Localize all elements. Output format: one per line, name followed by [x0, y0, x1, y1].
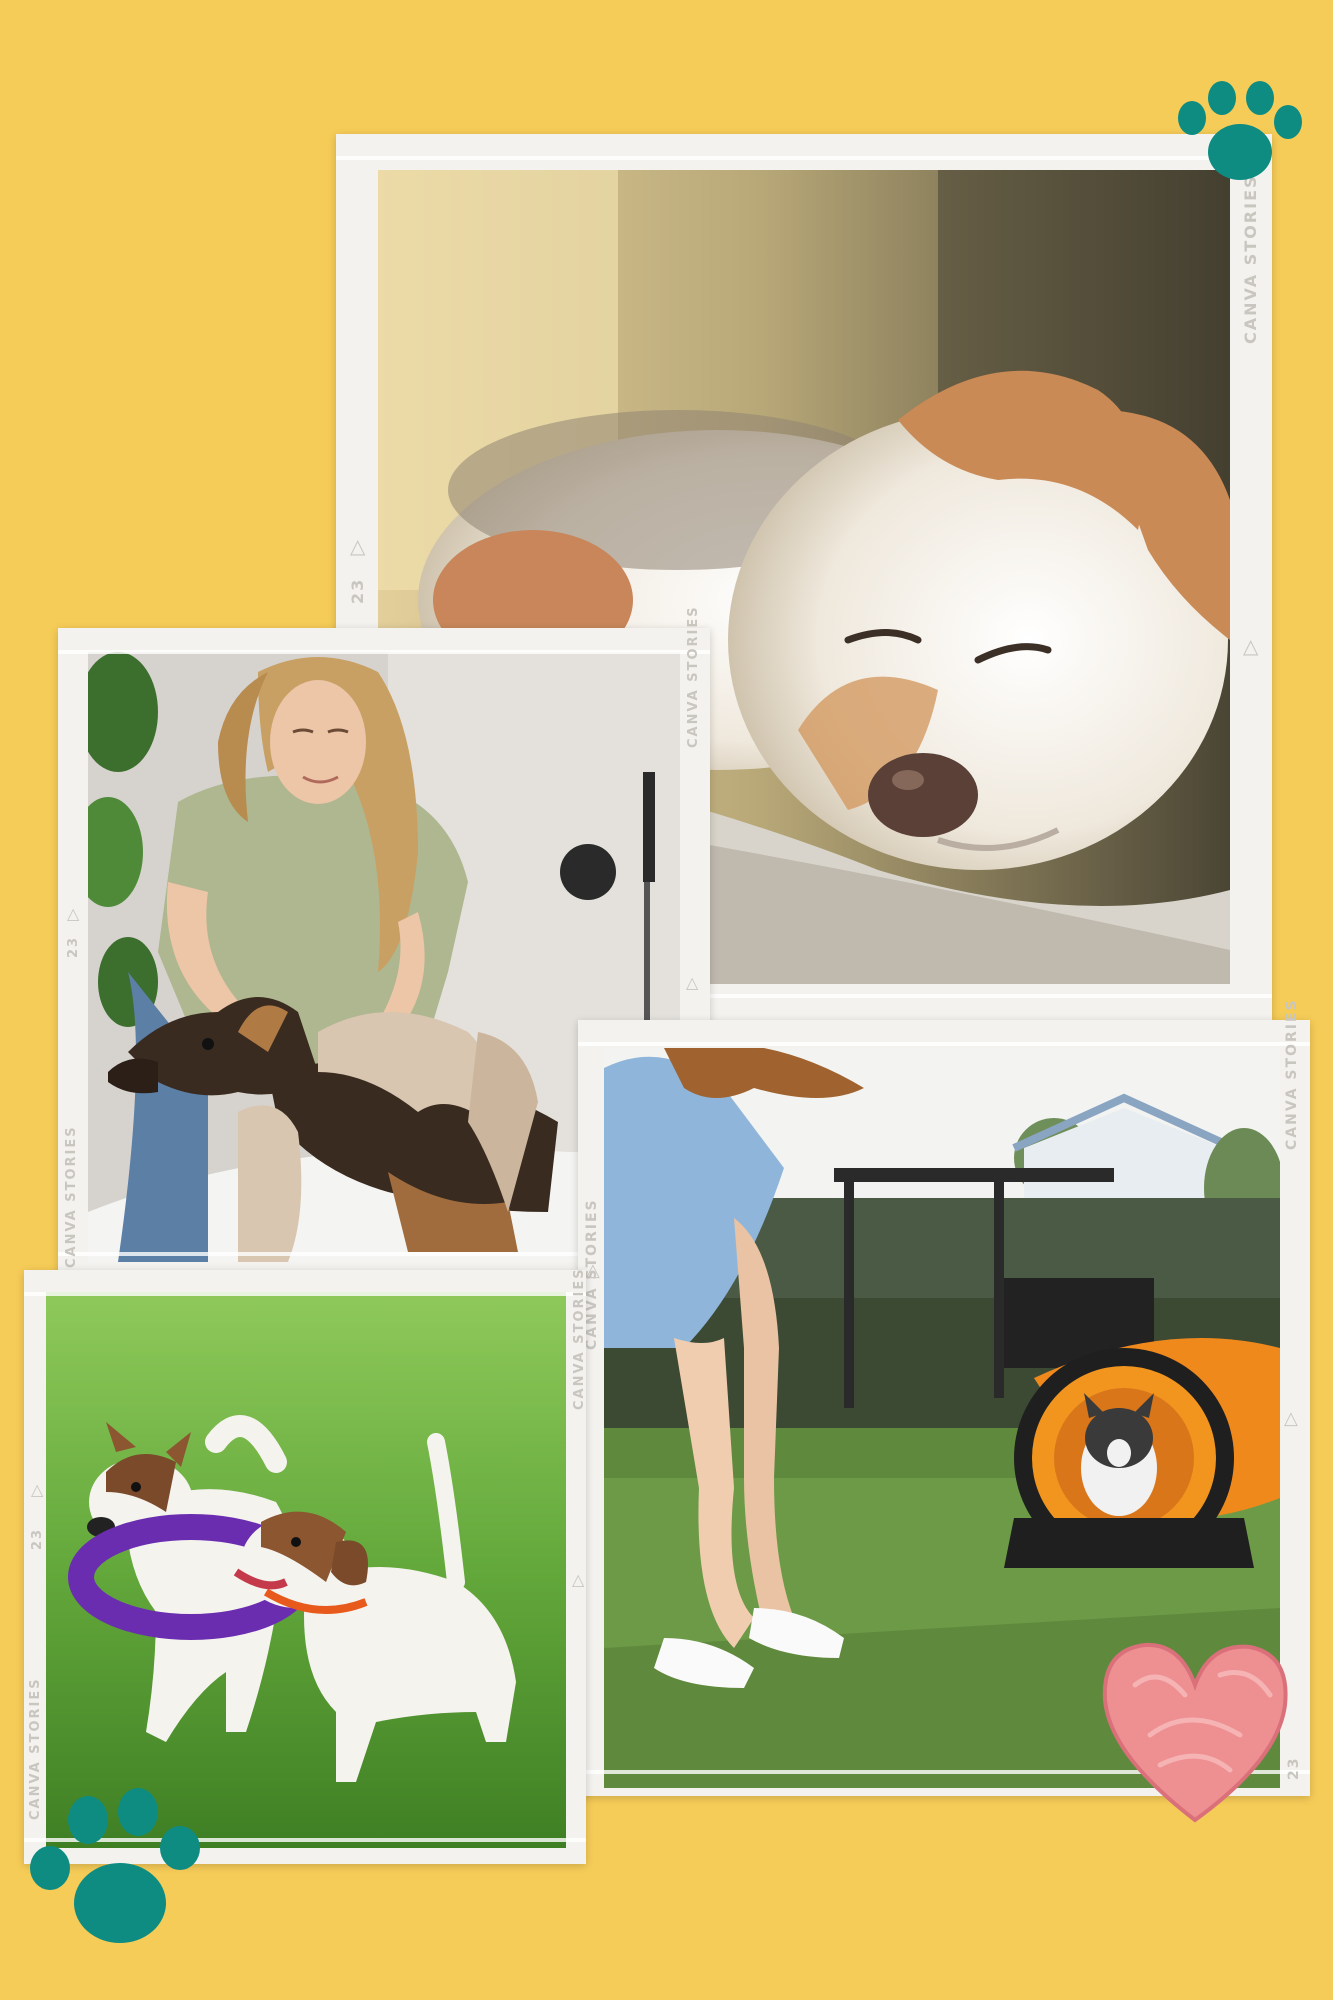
film-arrow-mark: △: [1284, 1408, 1298, 1429]
photo-frame-terriers: CANVA STORIES CANVA STORIES 23 △ △: [24, 1267, 587, 1864]
photo-terriers-playing: [46, 1292, 566, 1848]
collage-canvas: CANVA STORIES 23 △ △ CANVA STORIES CANVA…: [0, 0, 1333, 2000]
film-brand-text: CANVA STORIES: [686, 605, 701, 748]
film-brand-text: CANVA STORIES: [1284, 998, 1300, 1150]
heart-icon: [1102, 1642, 1288, 1823]
film-number-text: 23: [66, 935, 81, 958]
film-number-text: 23: [30, 1527, 45, 1550]
film-arrow-mark: △: [586, 1260, 600, 1281]
film-arrow-mark: △: [350, 534, 366, 558]
film-brand-text: CANVA STORIES: [1241, 174, 1260, 344]
paw-print-icon: [30, 1788, 200, 1943]
film-brand-text: CANVA STORIES: [64, 1125, 79, 1268]
film-brand-text: CANVA STORIES: [572, 1267, 587, 1410]
paw-print-icon: [1178, 81, 1302, 180]
film-number-text: 23: [348, 577, 367, 604]
film-arrow-mark: △: [572, 1570, 585, 1589]
film-arrow-mark: △: [1243, 634, 1259, 658]
film-arrow-mark: △: [686, 973, 699, 992]
film-arrow-mark: △: [67, 904, 80, 923]
film-arrow-mark: △: [31, 1480, 44, 1499]
